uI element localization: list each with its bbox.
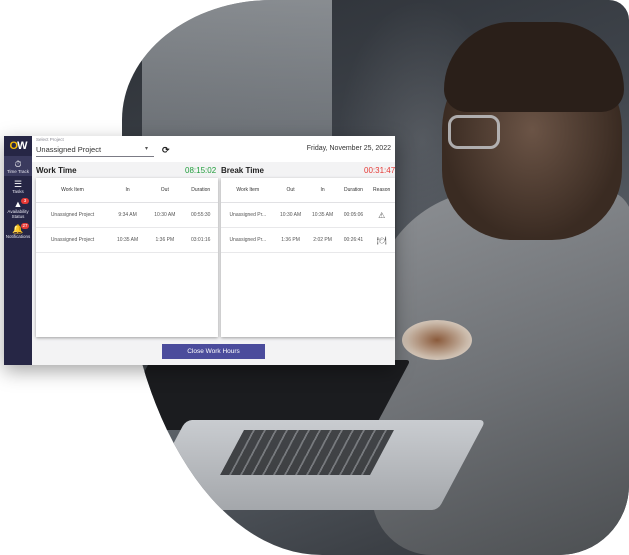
work-time-table: Work Item In Out Duration Unassigned Pro…	[36, 178, 218, 337]
cell-reason: ⚠	[368, 202, 395, 228]
column-header: Out	[146, 178, 184, 203]
break-time-total: 00:31:47	[364, 166, 396, 175]
cell-out: 1:36 PM	[274, 227, 307, 253]
stopwatch-icon: ⏱	[14, 159, 22, 169]
sidebar-item-label: Tasks	[12, 189, 24, 194]
topbar: Select Project Unassigned Project ▾ ⟳ Fr…	[32, 136, 395, 162]
sidebar-item-availability-status[interactable]: ▲ 3 Availability Status	[4, 196, 32, 221]
time-tracker-window: OW ⏱ Time Track ☰ Tasks ▲ 3 Availability…	[4, 136, 395, 365]
sidebar-item-label: Time Track	[6, 169, 30, 174]
sidebar-item-tasks[interactable]: ☰ Tasks	[4, 176, 32, 196]
sidebar: OW ⏱ Time Track ☰ Tasks ▲ 3 Availability…	[4, 136, 32, 365]
close-work-hours-button[interactable]: Close Work Hours	[162, 344, 265, 359]
list-icon: ☰	[13, 179, 23, 189]
sidebar-item-notifications[interactable]: 🔔 27 Notifications	[4, 221, 32, 241]
cell-in: 10:35 AM	[108, 227, 147, 253]
table-row[interactable]: Unassigned Project 10:35 AM 1:36 PM 03:0…	[36, 227, 218, 253]
cell-reason: 🍽	[368, 227, 395, 253]
sidebar-item-time-track[interactable]: ⏱ Time Track	[4, 156, 32, 176]
project-select-underline	[36, 156, 154, 157]
lunch-icon: 🍽	[376, 235, 387, 245]
cell-in: 2:02 PM	[306, 227, 339, 253]
cell-duration: 00:55:30	[183, 202, 218, 228]
table-row[interactable]: Unassigned Project 9:34 AM 10:30 AM 00:5…	[36, 202, 218, 228]
break-time-title: Break Time	[221, 166, 264, 175]
cell-work-item: Unassigned Project	[36, 202, 109, 228]
table-row[interactable]: Unassigned Pr... 10:30 AM 10:35 AM 00:05…	[221, 202, 395, 228]
caret-down-icon[interactable]: ▾	[145, 145, 148, 152]
refresh-icon[interactable]: ⟳	[162, 145, 170, 156]
notifications-badge: 27	[21, 223, 29, 229]
cell-work-item: Unassigned Pr...	[221, 227, 275, 253]
project-select-label: Select Project	[36, 137, 64, 142]
current-date: Friday, November 25, 2022	[306, 145, 391, 152]
cell-in: 9:34 AM	[108, 202, 147, 228]
availability-badge: 3	[21, 198, 29, 204]
logo-letter-w: W	[17, 140, 27, 152]
column-header: Duration	[338, 178, 369, 203]
column-header: Out	[274, 178, 307, 203]
meeting-icon: ⚠	[378, 210, 386, 220]
table-row[interactable]: Unassigned Pr... 1:36 PM 2:02 PM 00:26:4…	[221, 227, 395, 253]
logo-letter-o: O	[9, 140, 19, 152]
column-header: Work Item	[221, 178, 275, 203]
table-header-row: Work Item Out In Duration Reason	[221, 178, 395, 203]
break-time-table: Work Item Out In Duration Reason Unassig…	[221, 178, 395, 337]
photo-glasses	[448, 115, 500, 149]
cell-in: 10:35 AM	[306, 202, 339, 228]
photo-coffee-cup	[402, 320, 472, 360]
app-logo[interactable]: OW	[4, 136, 32, 156]
cell-work-item: Unassigned Project	[36, 227, 109, 253]
main-content: Select Project Unassigned Project ▾ ⟳ Fr…	[32, 136, 395, 365]
photo-person-hair	[444, 22, 624, 112]
cell-out: 1:36 PM	[146, 227, 184, 253]
cell-out: 10:30 AM	[146, 202, 184, 228]
column-header: Reason	[368, 178, 395, 203]
project-select[interactable]: Unassigned Project	[36, 145, 101, 154]
column-header: In	[306, 178, 339, 203]
sidebar-item-label: Notifications	[5, 234, 31, 239]
cell-work-item: Unassigned Pr...	[221, 202, 275, 228]
column-header: Duration	[183, 178, 218, 203]
column-header: Work Item	[36, 178, 109, 203]
work-time-total: 08:15:02	[185, 166, 217, 175]
cell-out: 10:30 AM	[274, 202, 307, 228]
cell-duration: 03:01:16	[183, 227, 218, 253]
table-header-row: Work Item In Out Duration	[36, 178, 218, 203]
work-time-title: Work Time	[36, 166, 77, 175]
sidebar-item-label: Availability Status	[7, 209, 29, 219]
column-header: In	[108, 178, 147, 203]
cell-duration: 00:26:41	[338, 227, 369, 253]
cell-duration: 00:05:06	[338, 202, 369, 228]
photo-laptop-keyboard	[220, 430, 394, 475]
